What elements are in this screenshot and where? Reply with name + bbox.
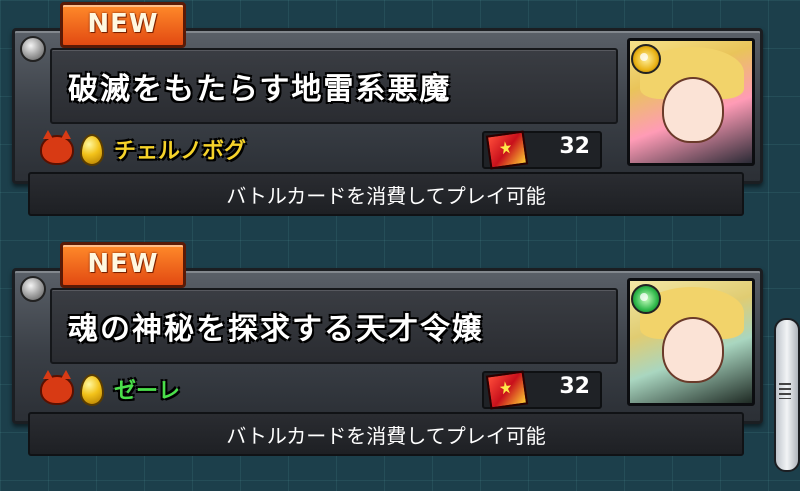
new-badge: NEW: [60, 242, 186, 288]
boss-name: ゼーレ: [114, 379, 181, 404]
light-attribute-icon: [631, 44, 661, 74]
demon-face-icon: [40, 130, 74, 165]
demon-face-icon: [40, 370, 74, 405]
wood-attribute-icon: [631, 284, 661, 314]
new-badge: NEW: [60, 2, 186, 48]
quest-title: 魂の神秘を探求する天才令嬢: [68, 312, 484, 347]
scroll-grip-icon: [779, 383, 791, 399]
golden-egg-icon: [80, 374, 104, 406]
portrait-face: [662, 317, 724, 383]
rivet-icon: [20, 276, 46, 302]
play-condition-text: バトルカードを消費してプレイ可能: [226, 424, 546, 448]
quest-title: 破滅をもたらす地雷系悪魔: [68, 72, 452, 107]
boss-name: チェルノボグ: [114, 139, 247, 164]
rivet-icon: [20, 36, 46, 62]
battle-card-count: 32: [559, 374, 590, 399]
battle-card-icon: [485, 130, 529, 170]
portrait-face: [662, 77, 724, 143]
battle-card-icon: [485, 370, 529, 410]
play-condition-text: バトルカードを消費してプレイ可能: [226, 184, 546, 208]
quest-card[interactable]: NEW 魂の神秘を探求する天才令嬢 ゼーレ 32 バトルカードを消費してプレイ可…: [0, 240, 770, 460]
battle-card-count: 32: [559, 134, 590, 159]
quest-card[interactable]: NEW 破滅をもたらす地雷系悪魔 チェルノボグ 32 バトルカードを消費してプレ…: [0, 0, 770, 220]
golden-egg-icon: [80, 134, 104, 166]
